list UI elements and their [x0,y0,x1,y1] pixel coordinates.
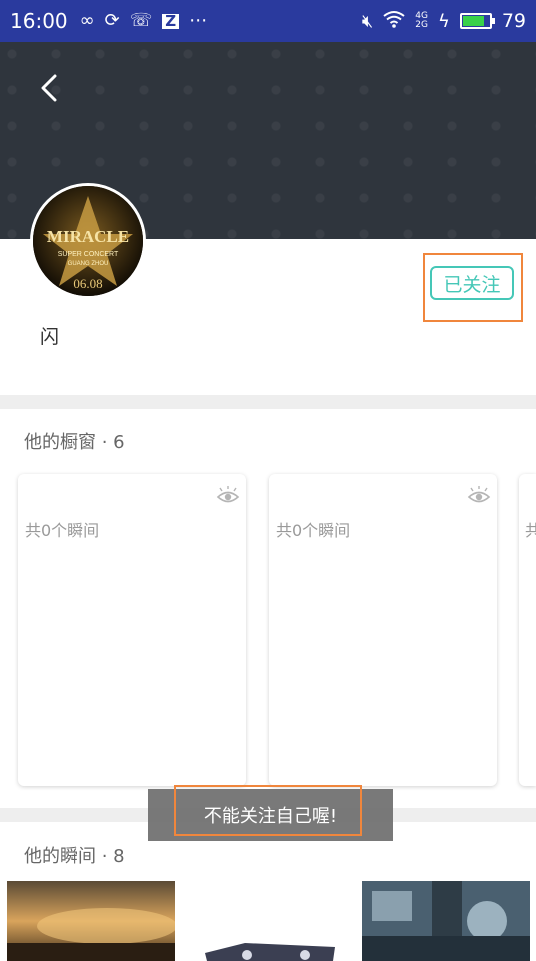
charging-icon: ϟ [437,10,450,32]
more-icon: ⋯ [189,10,208,31]
toast-message: 不能关注自己喔! [203,806,338,827]
eye-icon [467,486,491,508]
toast: 不能关注自己喔! [148,789,393,841]
moments-title: 他的瞬间 · 8 [24,846,125,867]
wifi-icon [383,10,405,33]
battery-level: 79 [501,10,526,32]
avatar-subtitle: SUPER CONCERT [58,251,119,258]
moment-photo[interactable] [362,881,530,961]
avatar-city: GUANG ZHOU [68,261,109,267]
moment-photo[interactable] [185,881,353,961]
mute-icon: 🔇︎ [361,10,374,32]
signal-icon: 4G 2G [415,11,428,30]
avatar-date: 06.08 [73,276,102,291]
card-count: 共0个瞬间 [276,521,351,540]
status-time: 16:00 [10,9,68,33]
sync-icon: ⟳ [104,10,120,31]
avatar-title: MIRACLE [47,227,129,246]
moment-photo[interactable] [7,881,175,961]
eye-icon [216,486,240,508]
showcase-card[interactable]: 共0个瞬间 [269,474,497,786]
card-count: 共0个瞬间 [25,521,100,540]
avatar[interactable]: MIRACLE SUPER CONCERT GUANG ZHOU 06.08 [30,183,146,299]
z-app-icon: Z [162,13,180,29]
section-divider [0,395,536,409]
back-button[interactable] [34,70,64,106]
follow-button[interactable]: 已关注 [430,266,514,300]
card-count: 共 [525,521,536,540]
status-bar: 16:00 ∞ ⟳ ☏ Z ⋯ 🔇︎ 4G 2G ϟ 79 [0,0,536,42]
showcase-card[interactable]: 共0个瞬间 [18,474,246,786]
chevron-left-icon [41,74,57,102]
missed-call-icon: ☏ [129,10,153,31]
battery-icon [459,13,495,29]
showcase-card[interactable]: 共 [519,474,536,786]
username: 闪 [40,326,60,348]
showcase-title: 他的橱窗 · 6 [24,432,125,453]
infinity-icon: ∞ [79,10,95,31]
